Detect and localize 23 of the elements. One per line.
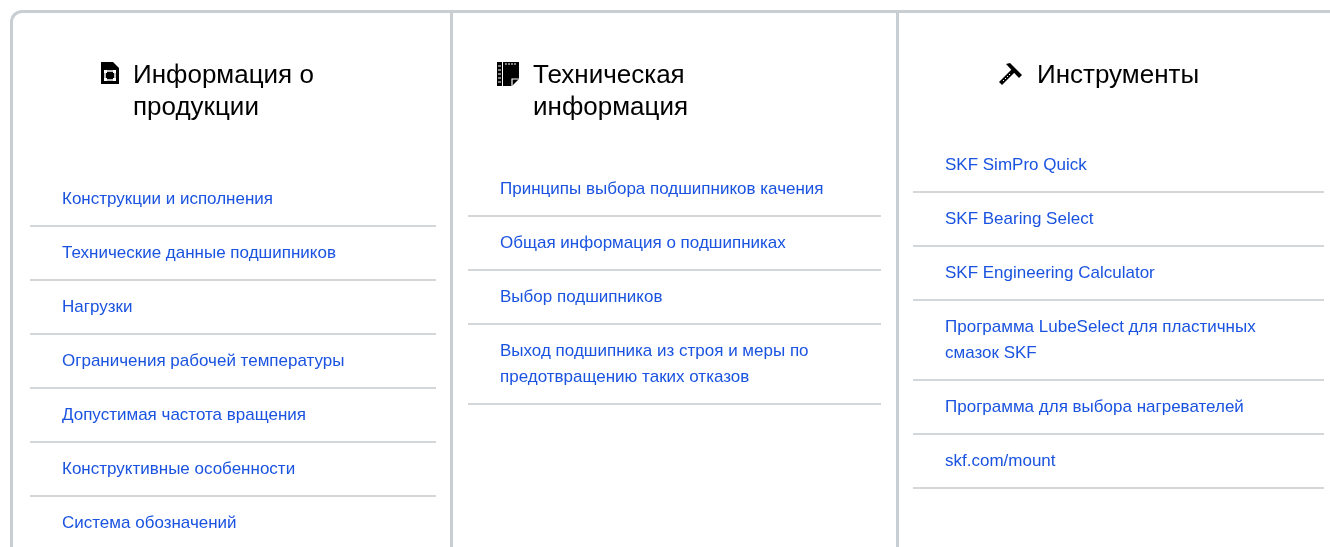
nav-link[interactable]: Допустимая частота вращения (62, 402, 406, 428)
section-title: Техническая информация (533, 58, 690, 122)
ruler-notebook-icon (497, 62, 519, 86)
nav-link[interactable]: Программа LubeSelect для пластичных смазок SKF (945, 314, 1294, 366)
nav-link[interactable]: Выбор подшипников (500, 284, 851, 310)
nav-link[interactable]: Принципы выбора подшипников качения (500, 176, 851, 202)
nav-link[interactable]: Выход подшипника из строя и меры по предотвращению таких отказов (500, 338, 851, 390)
nav-link[interactable]: SKF Engineering Calculator (945, 260, 1294, 286)
nav-link[interactable]: Технические данные подшипников (62, 240, 406, 266)
hammer-ruler-icon (997, 62, 1023, 86)
nav-link[interactable]: Общая информация о подшипниках (500, 230, 851, 256)
nav-link[interactable]: SKF SimPro Quick (945, 152, 1294, 178)
nav-link[interactable]: Конструкции и исполнения (62, 186, 406, 212)
document-icon (101, 62, 119, 84)
nav-link[interactable]: Конструктивные особенности (62, 456, 406, 482)
nav-link[interactable]: skf.com/mount (945, 448, 1294, 474)
nav-link[interactable]: Ограничения рабочей температуры (62, 348, 406, 374)
section-title: Информация о продукции (133, 58, 315, 122)
nav-link[interactable]: Программа для выбора нагревателей (945, 394, 1294, 420)
nav-link[interactable]: SKF Bearing Select (945, 206, 1294, 232)
section-title: Инструменты (1037, 58, 1201, 90)
nav-link[interactable]: Нагрузки (62, 294, 406, 320)
nav-link[interactable]: Система обозначений (62, 510, 406, 536)
